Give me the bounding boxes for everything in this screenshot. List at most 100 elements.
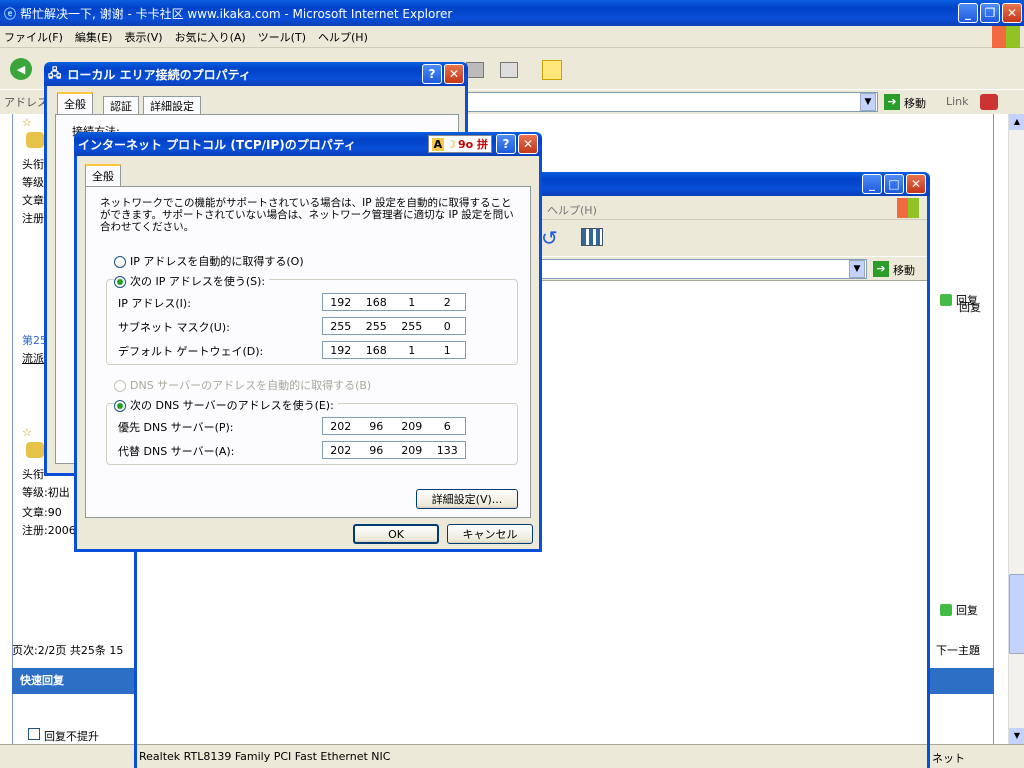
tab-advanced[interactable]: 詳細設定	[143, 96, 201, 114]
gateway-input[interactable]: 192 168 1 1	[322, 341, 466, 359]
post-level: 等级:初出	[22, 486, 70, 499]
tcpip-title: インターネット プロトコル (TCP/IP)のプロパティ	[78, 137, 357, 152]
avatar	[26, 442, 44, 458]
radio-auto-ip[interactable]	[114, 256, 126, 268]
auto-ip-option[interactable]: IP アドレスを自動的に取得する(O)	[114, 253, 304, 269]
lan-titlebar[interactable]: 🖧 ローカル エリア接続のプロパティ ? ✕	[44, 62, 468, 86]
reply-link[interactable]: 回复	[956, 292, 978, 308]
post-role: 头衔	[22, 158, 44, 171]
ip-label: IP アドレス(I):	[118, 297, 191, 310]
view-icon[interactable]	[581, 228, 603, 246]
address-label: アドレス	[4, 96, 48, 109]
tcpip-tab-panel: ネットワークでこの機能がサポートされている場合は、IP 設定を自動的に取得するこ…	[85, 186, 531, 518]
close-icon[interactable]: ✕	[906, 174, 926, 194]
manual-dns-option[interactable]: 次の DNS サーバーのアドレスを使う(E):	[114, 397, 338, 413]
radio-auto-dns[interactable]	[114, 380, 126, 392]
maximize-icon[interactable]: □	[884, 174, 904, 194]
windows-logo-icon	[897, 198, 919, 218]
ie-icon: ⓔ	[4, 6, 17, 21]
links-button[interactable]: Link	[946, 95, 969, 108]
preferred-dns-label: 優先 DNS サーバー(P):	[118, 421, 234, 434]
ime-text: 9o 拼	[457, 138, 488, 151]
post-level: 等级	[22, 176, 44, 189]
reply-icon	[940, 294, 952, 306]
menu-edit[interactable]: 編集(E)	[75, 29, 113, 45]
ime-icon: A	[431, 137, 445, 151]
no-bump-checkbox[interactable]	[28, 728, 40, 740]
address-input[interactable]	[464, 92, 878, 112]
menu-file[interactable]: ファイル(F)	[4, 29, 63, 45]
tcpip-frame: 全般 ネットワークでこの機能がサポートされている場合は、IP 設定を自動的に取得…	[74, 156, 542, 552]
inner-status-text: Realtek RTL8139 Family PCI Fast Ethernet…	[139, 750, 391, 763]
close-icon[interactable]: ✕	[444, 64, 464, 84]
gateway-label: デフォルト ゲートウェイ(D):	[118, 345, 264, 358]
help-icon[interactable]: ?	[496, 134, 516, 154]
moon-icon: ☽	[446, 137, 456, 151]
close-icon[interactable]: ✕	[518, 134, 538, 154]
acrobat-icon[interactable]	[980, 94, 998, 110]
restore-icon[interactable]: ❐	[980, 3, 1000, 23]
tools-icon[interactable]	[500, 62, 518, 78]
ie-titlebar[interactable]: ⓔ 帮忙解决一下, 谢谢 - 卡卡社区 www.ikaka.com - Micr…	[0, 0, 1024, 26]
refresh-icon[interactable]: ↺	[541, 226, 558, 250]
network-icon: 🖧	[48, 65, 62, 80]
back-icon[interactable]: ◀	[10, 58, 32, 80]
ie-menubar: ファイル(F) 編集(E) 表示(V) お気に入り(A) ツール(T) ヘルプ(…	[0, 26, 1024, 48]
help-icon[interactable]: ?	[422, 64, 442, 84]
ie-scrollbar[interactable]: ▲ ▼	[1008, 114, 1024, 744]
lan-title: ローカル エリア接続のプロパティ	[67, 67, 251, 82]
cancel-button[interactable]: キャンセル	[447, 524, 533, 544]
alternate-dns-input[interactable]: 202 96 209 133	[322, 441, 466, 459]
tab-auth[interactable]: 認証	[103, 96, 139, 114]
address-dropdown-icon[interactable]: ▼	[849, 260, 865, 278]
manual-ip-option[interactable]: 次の IP アドレスを使う(S):	[114, 273, 270, 289]
print-icon[interactable]	[466, 62, 484, 78]
tab-general[interactable]: 全般	[85, 164, 121, 186]
post-articles: 文章	[22, 194, 44, 207]
pager-text: 页次:2/2页 共25条 15	[12, 644, 124, 657]
avatar	[26, 132, 44, 148]
scroll-down-icon[interactable]: ▼	[1009, 728, 1024, 744]
minimize-icon[interactable]: _	[862, 174, 882, 194]
minimize-icon[interactable]: _	[958, 3, 978, 23]
menu-help[interactable]: ヘルプ(H)	[547, 202, 597, 218]
go-icon[interactable]: ➔	[873, 261, 889, 277]
notes-icon[interactable]	[542, 60, 562, 80]
close-icon[interactable]: ✕	[1002, 3, 1022, 23]
tab-general[interactable]: 全般	[57, 92, 93, 114]
auto-dns-option[interactable]: DNS サーバーのアドレスを自動的に取得する(B)	[114, 377, 371, 393]
tcpip-titlebar[interactable]: インターネット プロトコル (TCP/IP)のプロパティ A ☽ 9o 拼 ? …	[74, 132, 542, 156]
menu-tools[interactable]: ツール(T)	[258, 29, 306, 45]
menu-help[interactable]: ヘルプ(H)	[318, 29, 368, 45]
reply-link[interactable]: 回复	[956, 602, 978, 618]
post-articles: 文章:90	[22, 506, 62, 519]
go-button[interactable]: 移動	[904, 95, 926, 111]
tcpip-dialog: インターネット プロトコル (TCP/IP)のプロパティ A ☽ 9o 拼 ? …	[74, 132, 542, 552]
post-reg: 注册:2006	[22, 524, 76, 537]
subnet-mask-input[interactable]: 255 255 255 0	[322, 317, 466, 335]
ok-button[interactable]: OK	[353, 524, 439, 544]
ie-title: 帮忙解决一下, 谢谢 - 卡卡社区 www.ikaka.com - Micros…	[20, 6, 453, 21]
mask-label: サブネット マスク(U):	[118, 321, 230, 334]
go-icon[interactable]: ➔	[884, 94, 900, 110]
radio-manual-ip[interactable]	[114, 276, 126, 288]
advanced-button[interactable]: 詳細設定(V)...	[416, 489, 518, 509]
ime-toolbar[interactable]: A ☽ 9o 拼	[427, 135, 492, 153]
flow-link[interactable]: 流派	[22, 350, 44, 366]
description-text: ネットワークでこの機能がサポートされている場合は、IP 設定を自動的に取得するこ…	[100, 197, 514, 233]
preferred-dns-input[interactable]: 202 96 209 6	[322, 417, 466, 435]
go-button[interactable]: 移動	[893, 262, 915, 278]
quick-reply-title: 快速回复	[20, 674, 64, 687]
windows-logo-icon	[992, 26, 1020, 48]
ip-address-input[interactable]: 192 168 1 2	[322, 293, 466, 311]
inner-statusbar: Realtek RTL8139 Family PCI Fast Ethernet…	[137, 744, 927, 768]
menu-view[interactable]: 表示(V)	[124, 29, 162, 45]
post-reg: 注册	[22, 212, 44, 225]
scroll-thumb[interactable]	[1009, 574, 1024, 654]
next-topic-link[interactable]: 下一主題	[936, 642, 980, 658]
radio-manual-dns[interactable]	[114, 400, 126, 412]
scroll-up-icon[interactable]: ▲	[1009, 114, 1024, 130]
menu-favorites[interactable]: お気に入り(A)	[175, 29, 246, 45]
star-icon: ☆	[22, 116, 32, 129]
address-dropdown-icon[interactable]: ▼	[860, 93, 876, 111]
